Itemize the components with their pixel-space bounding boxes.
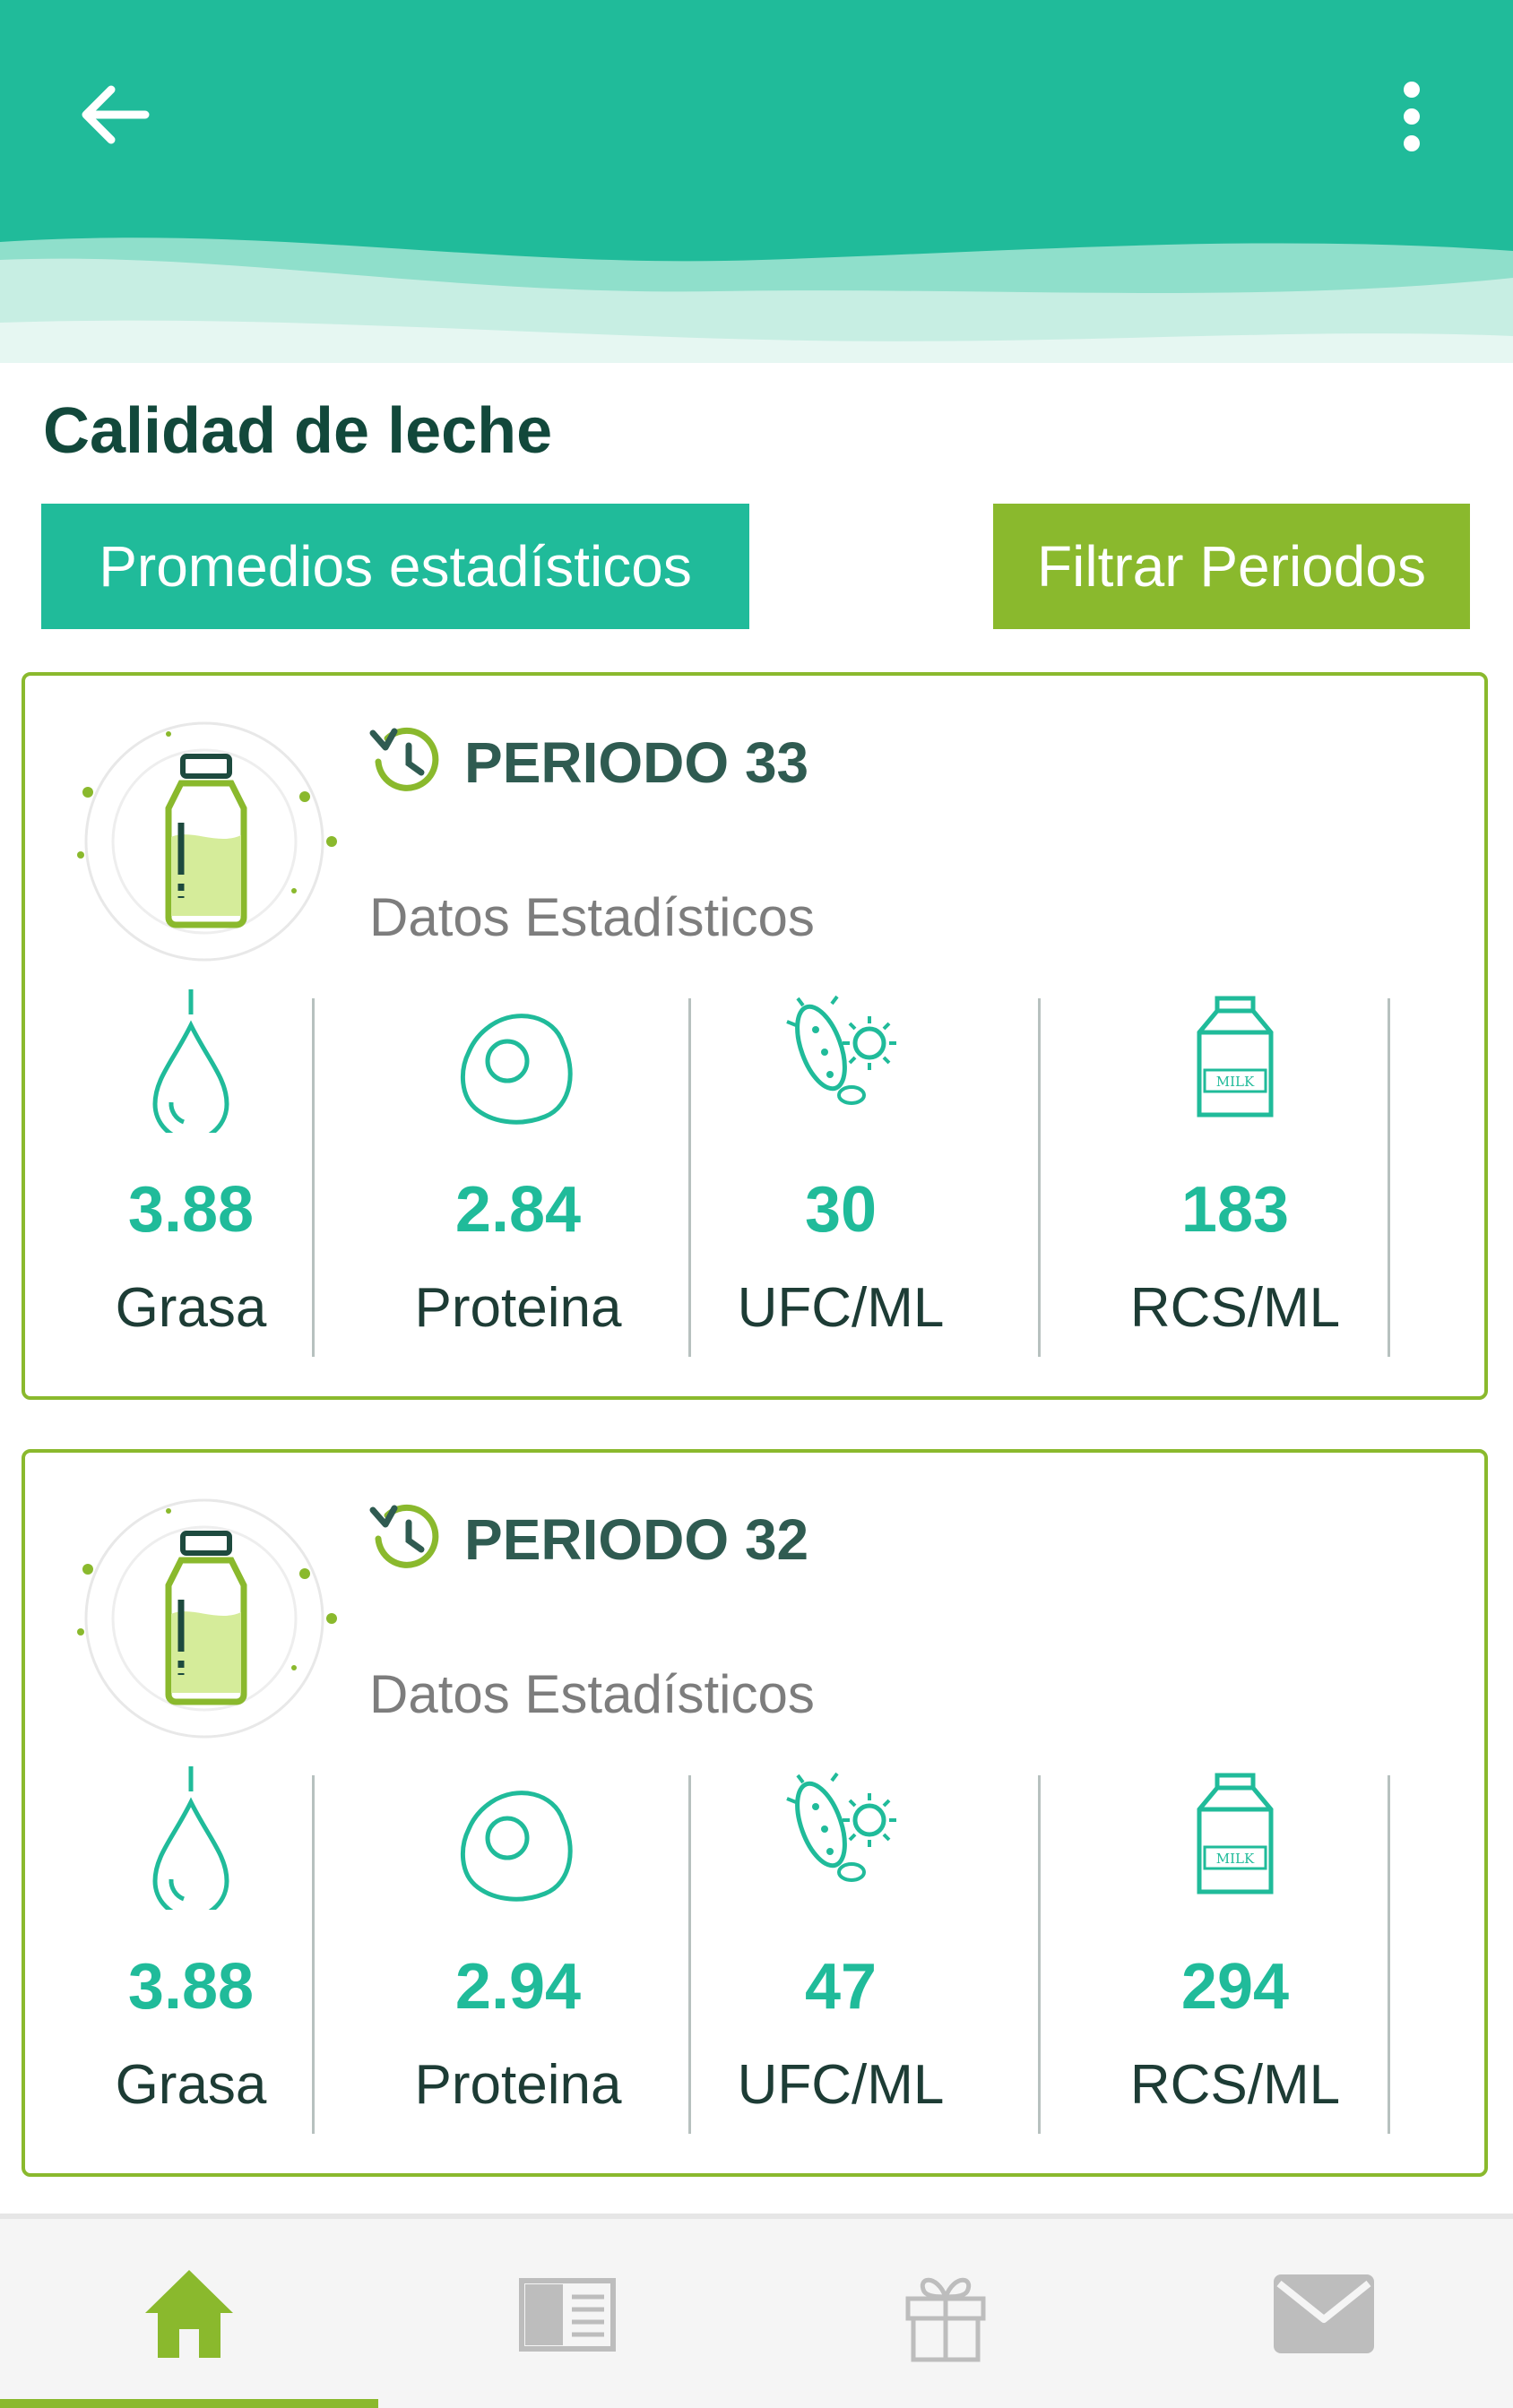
milk-carton-icon: MILK [1197, 996, 1274, 1118]
nav-home[interactable] [0, 2219, 378, 2408]
bottom-navigation [0, 2214, 1513, 2408]
egg-icon [460, 1014, 573, 1125]
mail-icon [1274, 2274, 1374, 2353]
stat-value: 183 [1180, 1174, 1290, 1246]
period-card[interactable]: PERIODO 33 Datos Estadísticos 3.88 Grasa… [22, 672, 1488, 1400]
stat-proteina: 2.84 Proteina [321, 989, 715, 1348]
stat-label: UFC/ML [737, 1277, 945, 1339]
nav-active-indicator [0, 2399, 378, 2408]
stat-divider [312, 998, 315, 1357]
stat-divider [1388, 1775, 1390, 2134]
milk-bottle-emblem [77, 721, 337, 962]
stat-value: 2.84 [454, 1174, 582, 1246]
arrow-left-icon [82, 85, 150, 144]
nav-rewards[interactable] [756, 2219, 1135, 2408]
nav-messages[interactable] [1135, 2219, 1513, 2408]
stat-value: 30 [804, 1174, 878, 1246]
stat-label: Grasa [115, 1277, 267, 1339]
svg-text:MILK: MILK [1216, 1074, 1255, 1090]
bacteria-icon [786, 1772, 896, 1882]
milk-bottle-emblem [77, 1498, 337, 1739]
stat-divider [688, 998, 691, 1357]
app-header [0, 0, 1513, 363]
overflow-menu-button[interactable] [1380, 72, 1443, 161]
stat-label: Proteina [414, 2054, 622, 2116]
filter-periods-button[interactable]: Filtrar Periodos [993, 504, 1470, 629]
history-icon-wrap [366, 1497, 445, 1576]
stat-grasa: 3.88 Grasa [88, 1766, 294, 2125]
egg-icon [460, 1791, 573, 1902]
stat-label: UFC/ML [737, 2054, 945, 2116]
nav-news[interactable] [378, 2219, 756, 2408]
stat-value: 3.88 [127, 1174, 255, 1246]
drop-icon [152, 989, 229, 1133]
drop-icon [152, 1766, 229, 1910]
stat-divider [1038, 998, 1041, 1357]
stat-value: 3.88 [127, 1951, 255, 2023]
milk-carton-icon: MILK [1197, 1773, 1274, 1894]
period-subtitle: Datos Estadísticos [369, 887, 815, 947]
history-icon [369, 727, 439, 791]
stat-divider [688, 1775, 691, 2134]
promedios-button[interactable]: Promedios estadísticos [41, 504, 749, 629]
stat-ufc-ml: 47 UFC/ML [706, 1766, 975, 2125]
stat-label: RCS/ML [1129, 1277, 1341, 1339]
gift-icon [905, 2277, 986, 2361]
bottle-emblem [70, 1489, 339, 1748]
period-card[interactable]: PERIODO 32 Datos Estadísticos 3.88 Grasa… [22, 1449, 1488, 2177]
stat-value: 2.94 [454, 1951, 582, 2023]
stat-label: Grasa [115, 2054, 267, 2116]
back-button[interactable] [70, 70, 160, 160]
more-vertical-icon [1404, 82, 1420, 151]
stat-grasa: 3.88 Grasa [88, 989, 294, 1348]
header-wave [0, 237, 1513, 363]
newspaper-icon [519, 2277, 616, 2352]
stat-divider [312, 1775, 315, 2134]
stat-rcs-ml: MILK 183 RCS/ML [1056, 989, 1414, 1348]
stat-rcs-ml: MILK 294 RCS/ML [1056, 1766, 1414, 2125]
home-icon [145, 2269, 233, 2358]
bacteria-icon [786, 995, 896, 1105]
history-icon-wrap [366, 721, 445, 799]
period-title: PERIODO 33 [464, 730, 809, 795]
stat-value: 47 [804, 1951, 878, 2023]
stat-divider [1388, 998, 1390, 1357]
stat-divider [1038, 1775, 1041, 2134]
stat-label: Proteina [414, 1277, 622, 1339]
stat-proteina: 2.94 Proteina [321, 1766, 715, 2125]
stat-ufc-ml: 30 UFC/ML [706, 989, 975, 1348]
stat-label: RCS/ML [1129, 2054, 1341, 2116]
history-icon [369, 1504, 439, 1568]
period-title: PERIODO 32 [464, 1507, 809, 1572]
svg-text:MILK: MILK [1216, 1851, 1255, 1867]
stat-value: 294 [1180, 1951, 1290, 2023]
bottle-emblem [70, 712, 339, 971]
page-title: Calidad de leche [43, 395, 553, 467]
period-subtitle: Datos Estadísticos [369, 1664, 815, 1724]
